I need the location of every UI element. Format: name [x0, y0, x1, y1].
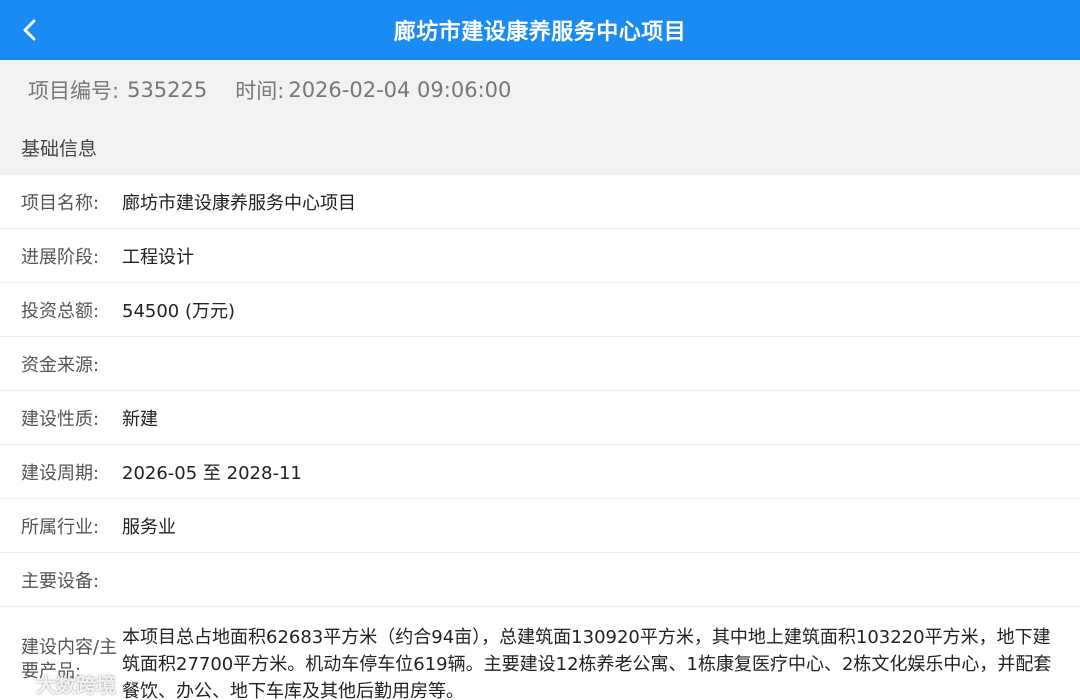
- info-list: 项目名称: 廊坊市建设康养服务中心项目 进展阶段: 工程设计 投资总额: 545…: [0, 175, 1080, 700]
- watermark: 大数跨境: [4, 668, 116, 698]
- watermark-text: 大数跨境: [36, 672, 116, 697]
- project-no-value: 535225: [127, 78, 208, 102]
- field-label: 建设周期:: [21, 462, 100, 484]
- page-title: 廊坊市建设康养服务中心项目: [393, 20, 687, 45]
- field-row-investment: 投资总额: 54500 (万元): [0, 283, 1080, 337]
- field-value: 54500 (万元): [122, 300, 236, 322]
- field-row-stage: 进展阶段: 工程设计: [0, 229, 1080, 283]
- field-label: 项目名称:: [21, 192, 100, 214]
- field-value: 新建: [122, 408, 158, 430]
- field-label: 建设性质:: [21, 408, 100, 430]
- field-value: 2026-05 至 2028-11: [122, 462, 302, 484]
- field-value: 廊坊市建设康养服务中心项目: [122, 192, 356, 214]
- back-button[interactable]: [12, 12, 48, 48]
- field-value: 本项目总占地面积62683平方米（约合94亩），总建筑面130920平方米，其中…: [122, 627, 1052, 700]
- field-row-project-name: 项目名称: 廊坊市建设康养服务中心项目: [0, 175, 1080, 229]
- field-row-industry: 所属行业: 服务业: [0, 499, 1080, 553]
- field-value: 工程设计: [122, 246, 194, 268]
- time-label: 时间:: [235, 79, 285, 103]
- field-row-nature: 建设性质: 新建: [0, 391, 1080, 445]
- section-header-basic-info: 基础信息: [0, 120, 1080, 175]
- field-row-equipment: 主要设备:: [0, 553, 1080, 607]
- watermark-logo-icon: [6, 673, 26, 686]
- field-value: 服务业: [122, 516, 176, 538]
- field-label: 投资总额:: [21, 300, 100, 322]
- project-no-label: 项目编号:: [28, 79, 120, 103]
- chevron-left-icon: [23, 19, 36, 41]
- field-label: 所属行业:: [21, 516, 100, 538]
- project-meta: 项目编号: 535225 时间: 2026-02-04 09:06:00: [0, 60, 1080, 120]
- header-bar: 廊坊市建设康养服务中心项目: [0, 0, 1080, 60]
- field-label: 进展阶段:: [21, 246, 100, 268]
- time-value: 2026-02-04 09:06:00: [288, 78, 512, 102]
- field-label: 主要设备:: [21, 570, 100, 592]
- field-row-fund-source: 资金来源:: [0, 337, 1080, 391]
- field-row-content: 建设内容/主要产品: 本项目总占地面积62683平方米（约合94亩），总建筑面1…: [0, 607, 1080, 700]
- field-row-period: 建设周期: 2026-05 至 2028-11: [0, 445, 1080, 499]
- field-label: 资金来源:: [21, 354, 100, 376]
